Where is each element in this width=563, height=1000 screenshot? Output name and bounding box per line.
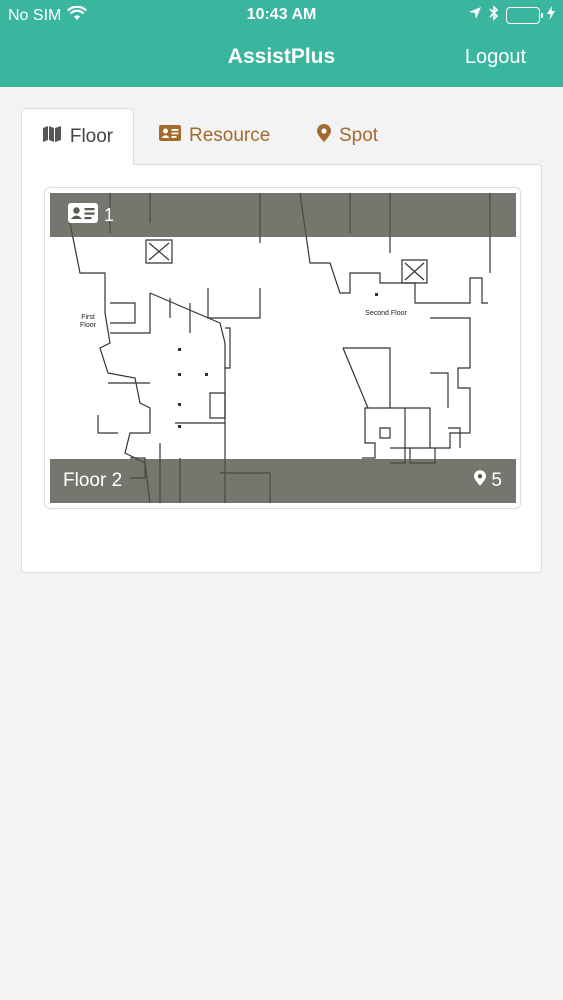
second-floor-label: Second Floor [365,310,407,317]
location-arrow-icon [468,6,482,25]
spot-count: 5 [474,470,502,492]
battery-icon [506,7,543,24]
status-bar: No SIM 10:43 AM [0,0,563,30]
tab-floor[interactable]: Floor [21,108,134,165]
map-marker-icon [317,124,331,148]
resource-count-bar: 1 [50,193,516,237]
floor-card[interactable]: First Floor Second Floor 1 Floor 2 5 [44,187,521,509]
tab-resource-label: Resource [189,125,271,146]
map-icon [42,125,62,149]
charging-icon [547,6,555,25]
id-card-icon [68,203,98,228]
floor-plan-drawing [67,193,491,503]
resource-count-value: 1 [104,205,115,225]
logout-button[interactable]: Logout [465,46,526,69]
tab-spot[interactable]: Spot [307,108,388,164]
spot-count-value: 5 [491,470,502,491]
id-card-icon [159,125,181,147]
status-right [468,5,555,26]
tab-bar: Floor Resource Spot [21,108,542,165]
first-floor-label: First Floor [80,314,96,329]
map-marker-icon [474,470,487,492]
tab-spot-label: Spot [339,125,379,146]
resource-count: 1 [68,203,114,228]
floor-name: Floor 2 [63,470,123,491]
nav-bar: AssistPlus Logout [0,40,563,76]
top-bar: No SIM 10:43 AM AssistPlus Logout [0,0,563,87]
bluetooth-icon [489,5,499,26]
main-panel: Floor Resource Spot First Floor Second F… [21,108,542,573]
floor-map-image: First Floor Second Floor 1 Floor 2 5 [50,193,516,503]
floor-info-bar: Floor 2 5 [50,459,516,503]
tab-floor-label: Floor [69,126,114,147]
tab-resource[interactable]: Resource [149,108,280,164]
tab-content: First Floor Second Floor 1 Floor 2 5 [21,164,542,573]
